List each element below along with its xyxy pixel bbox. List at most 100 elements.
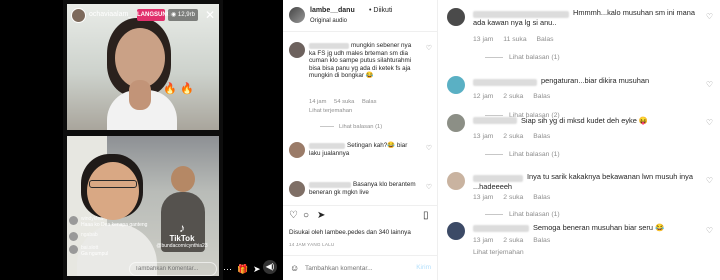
- view-replies-link[interactable]: Lihat balasan (1): [320, 124, 382, 130]
- tiktok-watermark: ♪ TikTok @bundacornicynthia23: [148, 222, 216, 249]
- live-header: ochaviaalam_ LANGSUNG ◉ 12,9rb ✕: [67, 6, 219, 26]
- comment-meta: 13 jam 2 suka Balas: [473, 194, 558, 201]
- comment-text: Hmmmh...kalo musuhan sm ini mana ada kaw…: [473, 8, 695, 27]
- comment-item: ♡ mungkin sebener nya ka FS jg udh males…: [289, 42, 438, 134]
- post-comment-button[interactable]: Kirim: [416, 264, 431, 271]
- tiktok-name: TikTok: [169, 234, 195, 243]
- avatar: [69, 245, 78, 254]
- fire-emoji-icon: 🔥: [180, 83, 194, 95]
- comment-item: ♡ Semoga beneran musuhan biar seru 😂 13 …: [447, 222, 717, 266]
- comment-likes[interactable]: 54 suka: [334, 99, 354, 105]
- comment-likes[interactable]: 2 suka: [503, 194, 523, 201]
- tiktok-handle: @bundacornicynthia23: [156, 243, 208, 249]
- comment-text: pengaturan...biar dikira musuhan: [541, 76, 650, 85]
- live-comment-input[interactable]: [129, 262, 217, 276]
- like-heart-icon[interactable]: ♡: [426, 183, 432, 191]
- tiktok-logo-icon: ♪: [179, 221, 185, 235]
- avatar[interactable]: [447, 8, 465, 26]
- comment-likes[interactable]: 2 suka: [503, 237, 523, 244]
- host-avatar[interactable]: [71, 8, 86, 23]
- more-icon[interactable]: ⋯: [223, 263, 232, 275]
- reply-button[interactable]: Balas: [533, 93, 550, 100]
- comment-text: Siap sih yg di mksd kudet deh eyke 😝: [521, 116, 649, 125]
- reply-button[interactable]: Balas: [533, 194, 550, 201]
- post-comments-panel: lambe__danu • Diikuti Original audio ♡ m…: [283, 0, 438, 280]
- share-icon[interactable]: ➤: [317, 210, 325, 222]
- comment-item: ♡ Basanya klo berantem beneran gk mgkn l…: [289, 181, 438, 203]
- live-comment-bar: ⋯ 🎁 ➤ ♡: [129, 262, 283, 276]
- emoji-icon[interactable]: ☺: [290, 263, 299, 273]
- view-replies-link[interactable]: Lihat balasan (1): [485, 54, 560, 61]
- comment-time: 13 jam: [473, 36, 494, 43]
- avatar[interactable]: [447, 76, 465, 94]
- avatar[interactable]: [447, 114, 465, 132]
- volume-icon[interactable]: ◀): [263, 260, 277, 274]
- avatar[interactable]: [289, 142, 305, 158]
- comment-meta: 14 jam 54 suka Balas: [309, 99, 382, 105]
- comment-likes[interactable]: 2 suka: [503, 93, 523, 100]
- comment-item: ♡ Siap sih yg di mksd kudet deh eyke 😝 1…: [447, 114, 717, 162]
- comment-input[interactable]: [305, 262, 405, 274]
- live-badge: LANGSUNG: [137, 9, 171, 21]
- send-icon[interactable]: ➤: [253, 263, 261, 275]
- comment-item: ♡ Setingan kah?😂 biar laku jualannya: [289, 142, 438, 172]
- like-heart-icon[interactable]: ♡: [426, 144, 432, 152]
- comment-text: mungkin sebener nya ka FS jg udh males b…: [309, 42, 412, 80]
- comment-meta: 13 jam 11 suka Balas: [473, 36, 562, 43]
- avatar[interactable]: [447, 222, 465, 240]
- translate-link[interactable]: Lihat terjemahan: [473, 249, 524, 256]
- view-replies-link[interactable]: Lihat balasan (1): [485, 151, 560, 158]
- comment-time: 13 jam: [473, 194, 494, 201]
- avatar[interactable]: [289, 7, 305, 23]
- comment-time: 13 jam: [473, 133, 494, 140]
- gift-icon[interactable]: 🎁: [237, 263, 248, 275]
- add-comment-bar: ☺ Kirim: [283, 255, 438, 280]
- bookmark-icon[interactable]: ▯: [423, 210, 429, 222]
- comment-icon[interactable]: ○: [303, 210, 309, 222]
- comment-item: ♡ Hmmmh...kalo musuhan sm ini mana ada k…: [447, 8, 717, 64]
- comment-time: 12 jam: [473, 93, 494, 100]
- post-action-bar: ♡ ○ ➤ ▯: [283, 205, 438, 225]
- live-comment-user: ngabab: [81, 232, 98, 238]
- live-comment-text: Haaa ko Dea kenapa ganteng: [81, 222, 148, 228]
- live-video-panel: 🔥 🔥 ochaviaalam_ LANGSUNG ◉ 12,9rb ✕ win…: [0, 0, 283, 280]
- comment-text: Basanya klo berantem beneran gk mgkn liv…: [309, 181, 416, 196]
- comment-meta: 13 jam 2 suka Balas: [473, 133, 558, 140]
- translate-link[interactable]: Lihat terjemahan: [309, 108, 352, 114]
- avatar: [69, 216, 78, 225]
- comment-text: Inya tu sarik kakaknya bekawanan lwn mus…: [473, 172, 693, 191]
- reply-button[interactable]: Balas: [537, 36, 554, 43]
- avatar: [69, 232, 78, 241]
- post-header: lambe__danu • Diikuti Original audio: [283, 0, 438, 32]
- host-username[interactable]: ochaviaalam_: [89, 11, 132, 18]
- comment-text: Semoga beneran musuhan biar seru 😂: [533, 223, 665, 232]
- comment-time: 14 jam: [309, 99, 327, 105]
- heart-icon[interactable]: ♡: [289, 210, 298, 222]
- avatar[interactable]: [289, 42, 305, 58]
- follow-status[interactable]: • Diikuti: [369, 7, 392, 14]
- live-comment-user: windyklea: [81, 216, 103, 222]
- live-comment-text: Ga ngumpul: [81, 251, 109, 257]
- viewer-count-badge: ◉ 12,9rb: [168, 9, 198, 21]
- comment-item: ♡ Inya tu sarik kakaknya bekawanan lwn m…: [447, 172, 717, 220]
- reply-button[interactable]: Balas: [362, 99, 377, 105]
- comment-time: 13 jam: [473, 237, 494, 244]
- post-timestamp: 14 JAM YANG LALU: [289, 242, 335, 247]
- comment-text: Setingan kah?😂 biar laku jualannya: [309, 142, 408, 157]
- reply-button[interactable]: Balas: [533, 237, 550, 244]
- comment-thread-panel: ♡ Hmmmh...kalo musuhan sm ini mana ada k…: [438, 0, 720, 280]
- reply-button[interactable]: Balas: [533, 133, 550, 140]
- comment-likes[interactable]: 11 suka: [503, 36, 526, 43]
- avatar[interactable]: [289, 181, 305, 197]
- avatar[interactable]: [447, 172, 465, 190]
- close-icon[interactable]: ✕: [205, 7, 215, 23]
- like-heart-icon[interactable]: ♡: [426, 44, 432, 52]
- audio-link[interactable]: Original audio: [310, 18, 347, 24]
- live-comment-user: bai.slott: [81, 245, 99, 251]
- fire-emoji-icon: 🔥: [163, 83, 177, 95]
- post-username[interactable]: lambe__danu: [310, 7, 355, 14]
- comment-likes[interactable]: 2 suka: [503, 133, 523, 140]
- view-replies-link[interactable]: Lihat balasan (1): [485, 211, 560, 218]
- comment-meta: 13 jam 2 suka Balas: [473, 237, 558, 244]
- liked-by-text[interactable]: Disukai oleh lambee.pedes dan 340 lainny…: [289, 229, 411, 236]
